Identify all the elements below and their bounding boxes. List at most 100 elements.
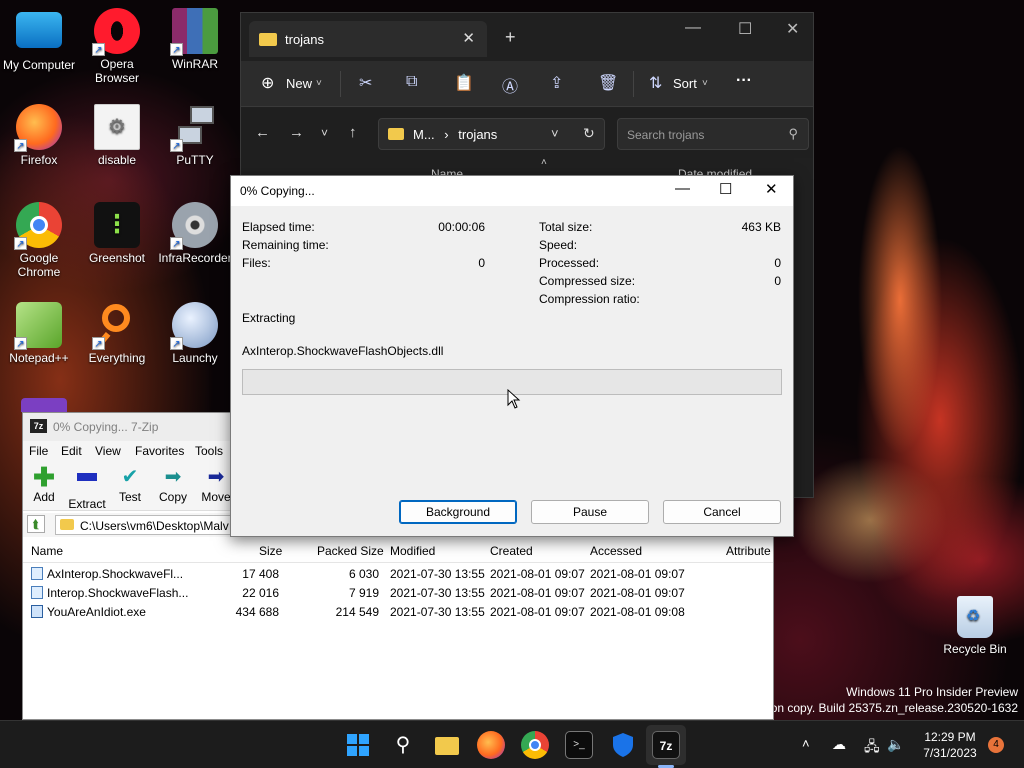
file-explorer-taskbar-icon[interactable]: [433, 731, 461, 759]
column-header-packed-size[interactable]: Packed Size: [317, 544, 384, 558]
shortcut-arrow-icon: ↗: [170, 43, 183, 56]
file-size: 22 016: [242, 586, 279, 600]
up-arrow-icon[interactable]: ↑: [349, 124, 357, 141]
minimize-button[interactable]: —: [685, 19, 701, 37]
table-row[interactable]: YouAreAnIdiot.exe 434 688 214 549 2021-0…: [23, 602, 773, 621]
column-header-created[interactable]: Created: [490, 544, 533, 558]
file-name: Interop.ShockwaveFlash...: [47, 586, 189, 600]
desktop-icon-opera-browser[interactable]: ↗ Opera Browser: [79, 8, 155, 85]
copying-dialog[interactable]: 0% Copying... — ☐ ✕ Elapsed time: 00:00:…: [230, 175, 794, 537]
desktop-icon-partial[interactable]: [6, 398, 82, 412]
desktop-icon-recycle-bin[interactable]: ♻ Recycle Bin: [940, 596, 1010, 656]
cancel-button[interactable]: Cancel: [663, 500, 781, 524]
show-hidden-icons-chevron-icon[interactable]: ˄: [802, 736, 810, 751]
putty-icon: ↗: [170, 104, 218, 152]
paste-icon[interactable]: 📋: [454, 73, 474, 93]
breadcrumb-parent[interactable]: M...: [413, 127, 435, 142]
close-window-button[interactable]: ✕: [786, 19, 799, 39]
firefox-taskbar-icon[interactable]: [477, 731, 505, 759]
breadcrumb-current[interactable]: trojans: [458, 127, 497, 142]
toolbar-divider: [633, 71, 634, 97]
more-options-button[interactable]: ···: [736, 72, 752, 90]
refresh-icon[interactable]: ↻: [583, 125, 595, 142]
menu-view[interactable]: View: [95, 444, 121, 458]
minimize-button[interactable]: —: [675, 180, 690, 197]
start-button[interactable]: [344, 731, 372, 759]
recent-locations-chevron-icon[interactable]: ˅: [321, 126, 328, 140]
dialog-titlebar[interactable]: 0% Copying... — ☐ ✕: [231, 176, 793, 206]
desktop-icon-putty[interactable]: ↗ PuTTY: [157, 104, 233, 167]
menu-tools[interactable]: Tools: [195, 444, 223, 458]
share-icon[interactable]: ⇪: [550, 73, 563, 93]
7zip-taskbar-icon[interactable]: 7z: [652, 731, 680, 759]
rename-icon[interactable]: Ⓐ: [502, 73, 518, 97]
column-header-name[interactable]: Name: [31, 544, 63, 558]
explorer-tab[interactable]: trojans ✕: [249, 21, 487, 57]
forward-arrow-icon[interactable]: →: [289, 124, 304, 141]
desktop-icon-infrarecorder[interactable]: ↗ InfraRecorder: [157, 202, 233, 265]
table-row[interactable]: Interop.ShockwaveFlash... 22 016 7 919 2…: [23, 583, 773, 602]
desktop-icon-firefox[interactable]: ↗ Firefox: [1, 104, 77, 167]
toolbar-divider: [340, 71, 341, 97]
search-box[interactable]: Search trojans ⚲: [617, 118, 809, 150]
new-button[interactable]: New: [286, 76, 312, 91]
table-row[interactable]: AxInterop.ShockwaveFl... 17 408 6 030 20…: [23, 564, 773, 583]
desktop-icon-winrar[interactable]: ↗ WinRAR: [157, 8, 233, 71]
maximize-button[interactable]: ☐: [738, 19, 752, 39]
network-icon[interactable]: 🖧: [864, 736, 880, 760]
volume-icon[interactable]: 🔈: [887, 736, 904, 753]
winrar-icon: ↗: [170, 8, 218, 56]
copy-icon[interactable]: ⧉: [406, 73, 417, 91]
mouse-cursor-icon: [507, 389, 521, 409]
back-arrow-icon[interactable]: ←: [255, 124, 270, 141]
file-icon: [31, 586, 43, 599]
address-bar[interactable]: M... › trojans ˅ ↻: [378, 118, 605, 150]
column-header-accessed[interactable]: Accessed: [590, 544, 642, 558]
menu-edit[interactable]: Edit: [61, 444, 82, 458]
pause-button[interactable]: Pause: [531, 500, 649, 524]
file-modified: 2021-07-30 13:55: [390, 586, 485, 600]
7zip-logo-icon: 7z: [30, 419, 47, 433]
chrome-taskbar-icon[interactable]: [521, 731, 549, 759]
desktop-icon-everything[interactable]: ↗ Everything: [79, 302, 155, 365]
chevron-down-icon: ˅: [316, 78, 322, 89]
desktop-icon-label: Recycle Bin: [943, 642, 1007, 656]
column-header-attributes[interactable]: Attribute: [726, 544, 771, 558]
desktop-icon-launchy[interactable]: ↗ Launchy: [157, 302, 233, 365]
menu-file[interactable]: File: [29, 444, 48, 458]
search-icon[interactable]: ⚲: [389, 731, 417, 759]
desktop-icon-label: Opera Browser: [94, 57, 139, 85]
security-shield-taskbar-icon[interactable]: [609, 731, 637, 759]
background-button[interactable]: Background: [399, 500, 517, 524]
maximize-button[interactable]: ☐: [719, 180, 732, 198]
address-history-chevron-icon[interactable]: ˅: [551, 126, 559, 141]
breadcrumb: M... › trojans: [413, 127, 497, 142]
menu-favorites[interactable]: Favorites: [135, 444, 184, 458]
delete-icon[interactable]: 🗑: [598, 73, 618, 93]
file-size: 17 408: [242, 567, 279, 581]
close-button[interactable]: ✕: [765, 180, 778, 198]
file-accessed: 2021-08-01 09:07: [590, 586, 685, 600]
desktop-icon-greenshot[interactable]: ⁝ Greenshot: [79, 202, 155, 265]
desktop-icon-my-computer[interactable]: My Computer: [1, 8, 77, 72]
search-input[interactable]: Search trojans: [627, 128, 704, 142]
terminal-taskbar-icon[interactable]: >_: [565, 731, 593, 759]
desktop-icon-notepad-plus-plus[interactable]: ↗ Notepad++: [1, 302, 77, 365]
file-size: 434 688: [235, 605, 279, 619]
desktop-icon-disable[interactable]: ⚙ disable: [79, 104, 155, 167]
folder-icon: [259, 33, 277, 46]
notification-badge[interactable]: 4: [988, 737, 1004, 753]
sort-button[interactable]: Sort: [673, 76, 697, 91]
folder-icon: [388, 128, 404, 140]
explorer-navigation-bar: ← → ˅ ↑ M... › trojans ˅ ↻ Search trojan…: [241, 108, 813, 158]
new-tab-button[interactable]: +: [505, 27, 516, 48]
cut-icon[interactable]: ✂: [359, 73, 372, 93]
desktop-icon-label: Firefox: [20, 153, 58, 167]
desktop-icon-google-chrome[interactable]: ↗ Google Chrome: [1, 202, 77, 279]
column-header-modified[interactable]: Modified: [390, 544, 435, 558]
up-folder-icon[interactable]: ⮬: [27, 515, 45, 533]
close-tab-icon[interactable]: ✕: [462, 29, 475, 47]
cloud-offline-icon[interactable]: ☁: [832, 736, 846, 753]
system-clock[interactable]: 12:29 PM 7/31/2023: [912, 729, 988, 761]
column-header-size[interactable]: Size: [259, 544, 282, 558]
